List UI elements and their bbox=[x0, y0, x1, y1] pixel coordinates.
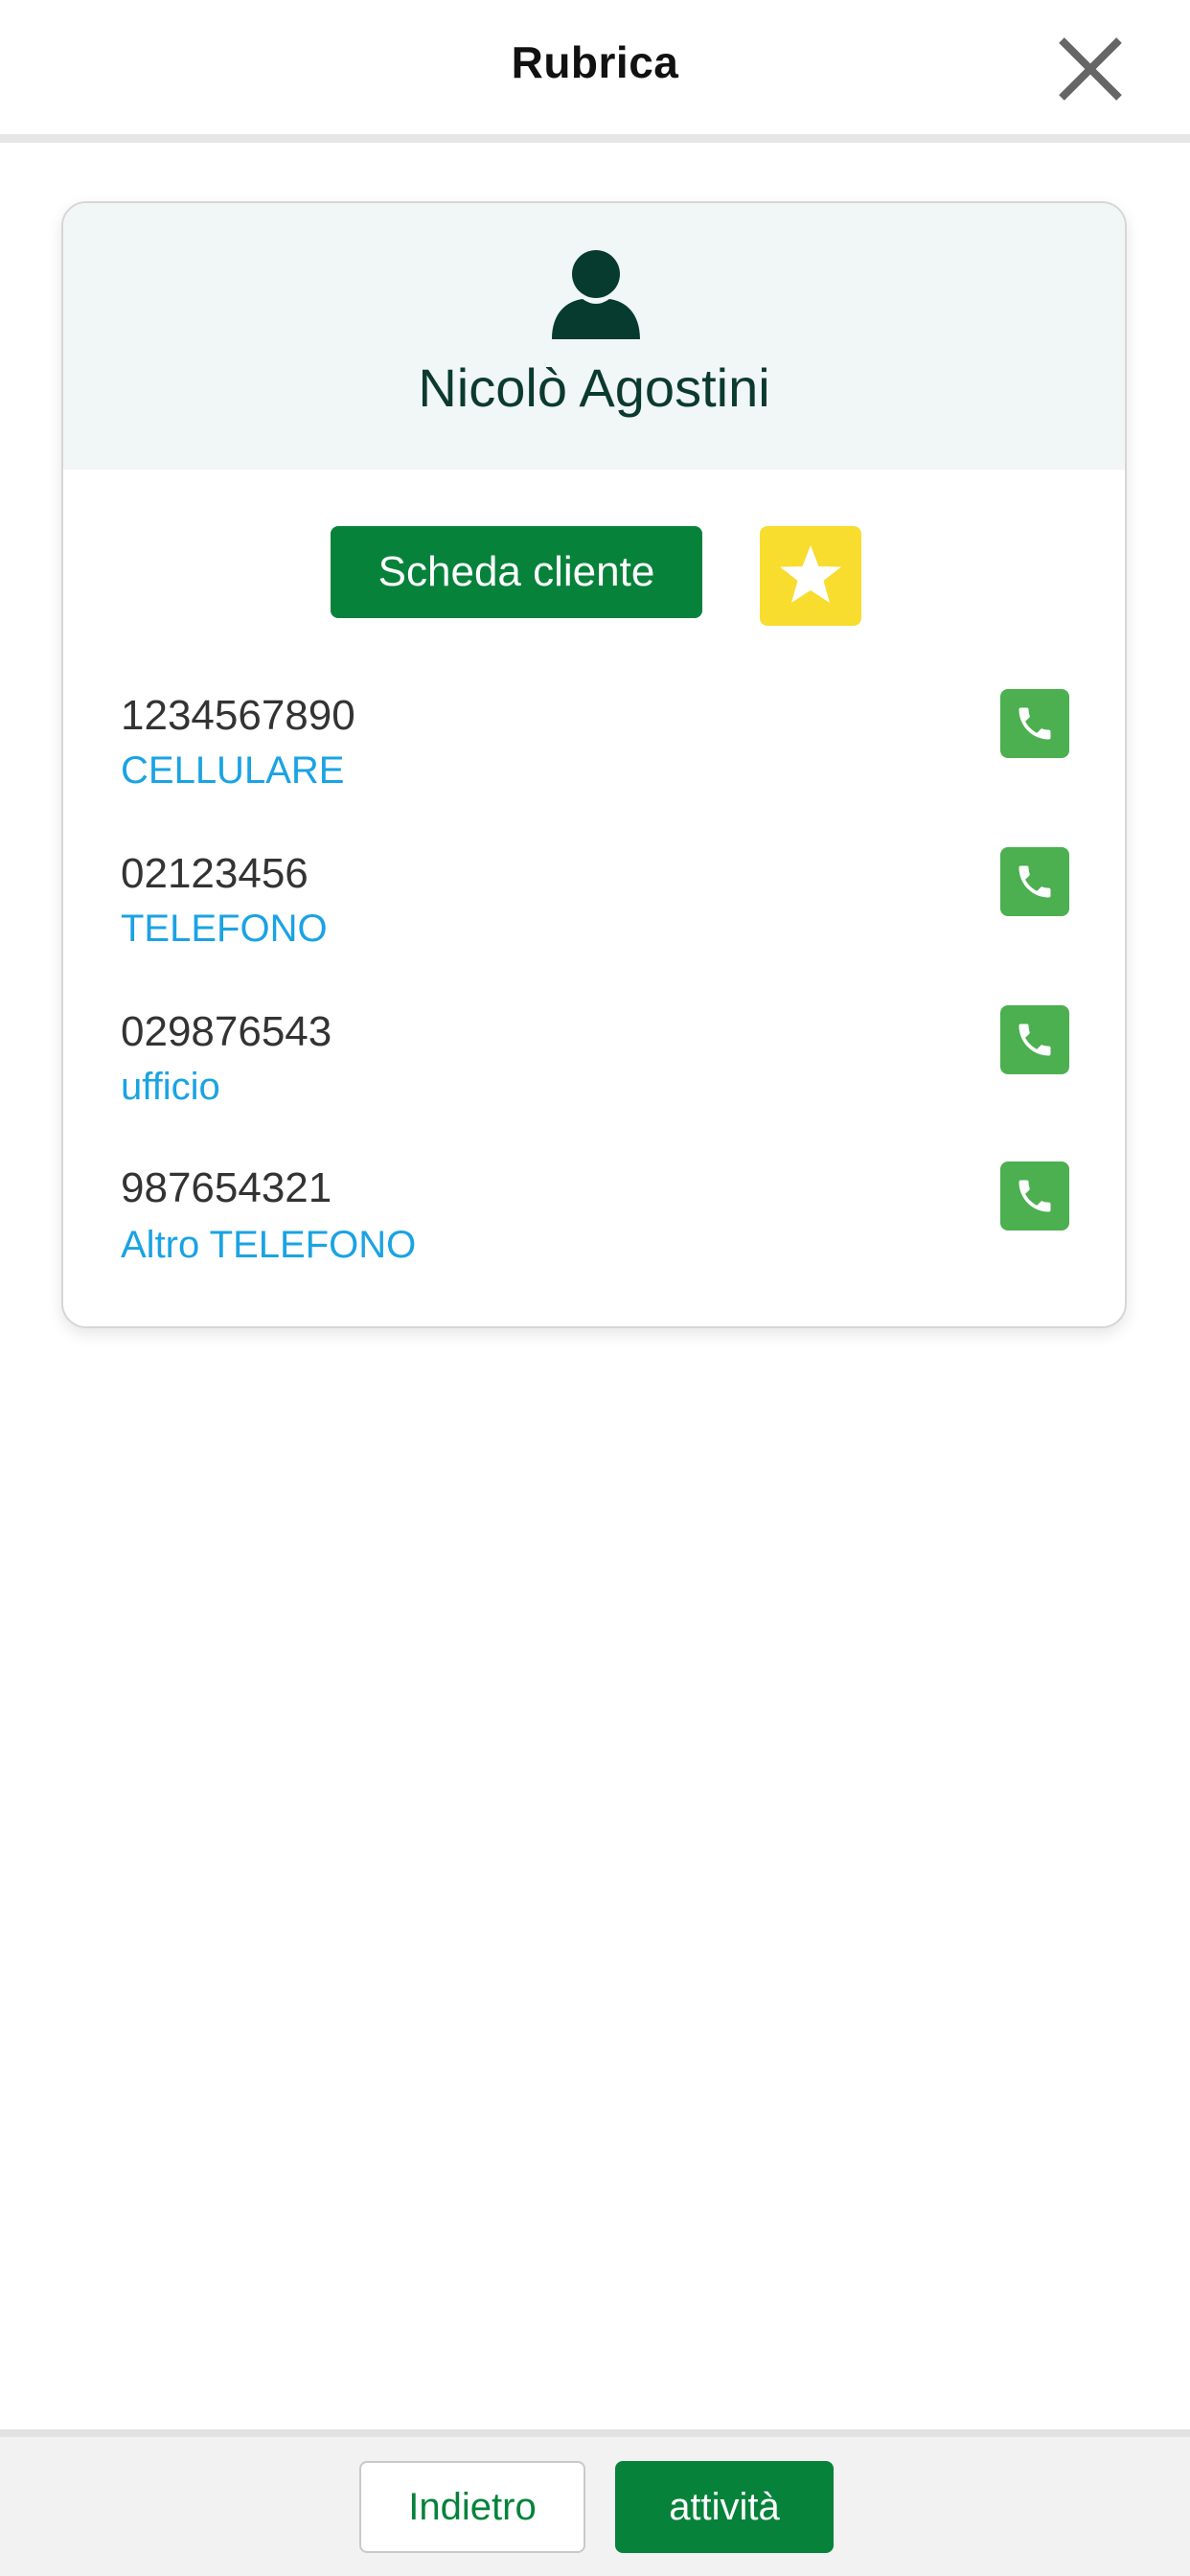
favorite-button[interactable] bbox=[760, 526, 861, 626]
phone-icon bbox=[1018, 707, 1051, 740]
phone-icon bbox=[1018, 1180, 1051, 1212]
phone-number: 029876543 bbox=[121, 1008, 332, 1055]
header: Rubrica bbox=[0, 0, 1190, 134]
contact-name: Nicolò Agostini bbox=[418, 357, 770, 418]
footer-bar: Indietro attività bbox=[0, 2429, 1190, 2576]
phone-type: Altro TELEFONO bbox=[121, 1224, 417, 1266]
phone-row: 987654321 Altro TELEFONO bbox=[63, 1162, 1125, 1318]
page-title: Rubrica bbox=[511, 37, 679, 87]
phone-type: TELEFONO bbox=[121, 908, 328, 950]
activity-button[interactable]: attività bbox=[615, 2461, 834, 2553]
call-button[interactable] bbox=[1000, 847, 1069, 916]
phone-number: 987654321 bbox=[121, 1164, 332, 1211]
contact-card-header: Nicolò Agostini bbox=[63, 203, 1125, 470]
contact-card: Nicolò Agostini Scheda cliente 123456789… bbox=[61, 201, 1127, 1328]
phone-type: ufficio bbox=[121, 1066, 220, 1108]
star-icon bbox=[780, 545, 841, 603]
call-button[interactable] bbox=[1000, 689, 1069, 758]
phone-row: 1234567890 CELLULARE bbox=[63, 689, 1125, 845]
footer-divider bbox=[0, 2429, 1190, 2437]
person-icon bbox=[552, 250, 640, 339]
close-icon bbox=[1059, 37, 1122, 101]
phone-row: 029876543 ufficio bbox=[63, 1005, 1125, 1162]
close-button[interactable] bbox=[1054, 33, 1127, 105]
phone-icon bbox=[1018, 1024, 1051, 1056]
phone-row: 02123456 TELEFONO bbox=[63, 847, 1125, 1003]
phone-number: 1234567890 bbox=[121, 692, 355, 739]
back-button[interactable]: Indietro bbox=[359, 2461, 585, 2553]
phone-type: CELLULARE bbox=[121, 749, 345, 792]
scheda-cliente-button[interactable]: Scheda cliente bbox=[331, 526, 702, 618]
phone-icon bbox=[1018, 865, 1051, 898]
call-button[interactable] bbox=[1000, 1005, 1069, 1074]
phone-number: 02123456 bbox=[121, 850, 309, 897]
call-button[interactable] bbox=[1000, 1162, 1069, 1230]
header-divider bbox=[0, 134, 1190, 143]
